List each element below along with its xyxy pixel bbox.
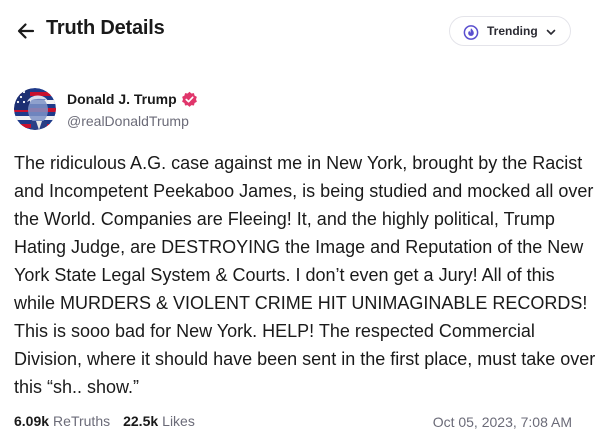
avatar[interactable]	[14, 88, 56, 130]
trending-dropdown[interactable]: Trending	[449, 16, 571, 46]
trending-flame-icon	[463, 25, 479, 40]
retruths-label[interactable]: ReTruths	[53, 413, 110, 429]
post-body-text: The ridiculous A.G. case against me in N…	[14, 153, 596, 397]
page-header: Truth Details Trending	[0, 0, 603, 62]
likes-count[interactable]: 22.5k	[123, 413, 158, 429]
page-title: Truth Details	[46, 17, 165, 39]
profile-avatar-image	[14, 88, 56, 130]
author-handle[interactable]: @realDonaldTrump	[67, 113, 189, 129]
back-button[interactable]	[14, 19, 38, 43]
trending-label: Trending	[487, 24, 538, 38]
author-name[interactable]: Donald J. Trump	[67, 91, 177, 107]
post-timestamp: Oct 05, 2023, 7:08 AM	[432, 414, 572, 430]
retruths-count[interactable]: 6.09k	[14, 413, 49, 429]
chevron-down-icon	[546, 29, 556, 35]
post-stats: 6.09k ReTruths 22.5k Likes	[14, 413, 208, 429]
likes-label[interactable]: Likes	[162, 413, 195, 429]
verified-badge-icon	[182, 91, 197, 107]
arrow-left-icon	[17, 23, 35, 39]
